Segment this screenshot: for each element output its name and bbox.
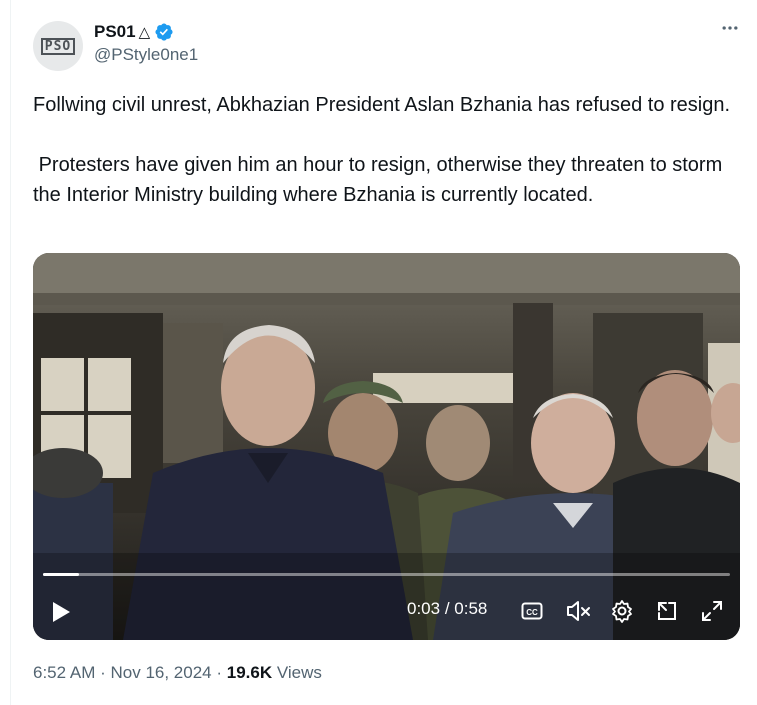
author-name-row[interactable]: PS01 △ <box>94 20 174 44</box>
more-icon[interactable] <box>718 16 742 40</box>
fullscreen-icon[interactable] <box>699 598 725 624</box>
svg-text:CC: CC <box>526 608 538 617</box>
video-progress-fill <box>43 573 79 576</box>
tweet-time[interactable]: 6:52 AM <box>33 663 95 682</box>
captions-icon[interactable]: CC <box>519 599 545 623</box>
mute-glyph <box>567 601 590 621</box>
play-icon[interactable] <box>47 598 75 626</box>
video-controls: 0:03 / 0:58 CC <box>33 588 740 632</box>
captions-glyph: CC <box>521 602 543 620</box>
video-frame <box>33 253 740 640</box>
mute-icon[interactable] <box>564 599 594 623</box>
author-name-suffix: △ <box>138 24 151 41</box>
avatar-logo: PSO <box>40 37 76 55</box>
video-time-separator: / <box>440 599 455 618</box>
play-glyph <box>53 602 70 622</box>
timeline-divider <box>10 0 11 705</box>
video-current-time: 0:03 <box>407 599 441 618</box>
meta-separator-1: · <box>95 663 111 682</box>
video-player[interactable]: 0:03 / 0:58 CC <box>33 253 740 640</box>
verified-icon <box>155 23 173 41</box>
author-display-name[interactable]: PS01 <box>94 22 136 42</box>
tweet-date[interactable]: Nov 16, 2024 <box>110 663 211 682</box>
views-count: 19.6K <box>226 663 273 682</box>
tweet-paragraph-2: Protesters have given him an hour to res… <box>33 154 728 206</box>
avatar[interactable]: PSO <box>33 21 83 71</box>
tweet-metadata: 6:52 AM · Nov 16, 2024 · 19.6K Views <box>33 663 322 683</box>
video-progress-bar[interactable] <box>43 573 730 576</box>
video-time-display: 0:03 / 0:58 <box>407 599 487 619</box>
tweet-text: Follwing civil unrest, Abkhazian Preside… <box>33 90 733 210</box>
fullscreen-glyph <box>702 601 722 621</box>
settings-icon[interactable] <box>609 598 635 624</box>
author-handle[interactable]: @PStyle0ne1 <box>94 45 198 65</box>
views-label: Views <box>276 663 322 682</box>
pip-icon[interactable] <box>654 598 680 624</box>
pip-glyph <box>658 602 676 620</box>
more-dots-glyph <box>722 26 738 30</box>
video-duration: 0:58 <box>454 599 488 618</box>
meta-separator-2: · <box>211 663 227 682</box>
tweet-paragraph-1: Follwing civil unrest, Abkhazian Preside… <box>33 94 731 116</box>
settings-glyph <box>612 600 632 623</box>
